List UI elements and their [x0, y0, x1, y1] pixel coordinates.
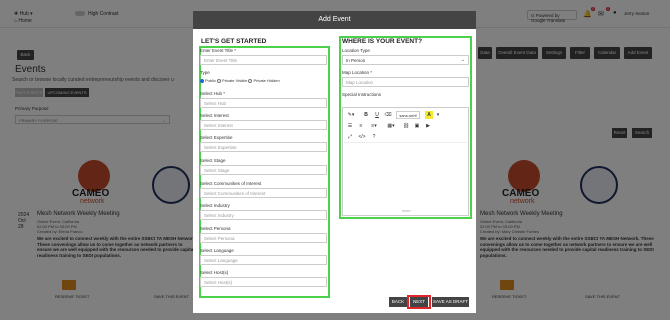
text-color-icon[interactable]: A — [425, 111, 433, 119]
location-type-value: In Person — [346, 58, 366, 63]
type-label: Type — [200, 70, 210, 75]
help-icon[interactable]: ? — [370, 133, 378, 141]
expertise-label: Select Expertise — [200, 135, 233, 140]
communities-label: Select Communities of Interest — [200, 181, 262, 186]
caret-down-icon[interactable]: ▾ — [435, 111, 441, 119]
hub-label: Select Hub * — [200, 91, 226, 96]
underline-icon[interactable]: U — [373, 111, 381, 119]
radio-public-label: Public — [205, 78, 216, 83]
code-view-icon[interactable]: </> — [357, 133, 367, 141]
rich-text-editor: ✎▾ B U ⌫ sans-serif A ▾ ☰ ≡ ≡▾ ▦▾ ⛓ ▣ ▶ … — [342, 107, 469, 216]
radio-private-hidden[interactable]: Private Hidden — [248, 78, 280, 83]
stage-label: Select Stage — [200, 158, 226, 163]
radio-public[interactable]: Public — [200, 78, 216, 83]
fullscreen-icon[interactable]: ⤢ — [346, 133, 354, 141]
modal-title: Add Event — [193, 11, 476, 29]
stage-select[interactable]: Select Stage — [200, 165, 327, 175]
location-type-label: Location Type — [342, 48, 370, 53]
resize-handle-icon[interactable]: ═══ — [402, 208, 411, 213]
magic-icon[interactable]: ✎▾ — [346, 111, 356, 119]
font-family-select[interactable]: sans-serif — [396, 111, 420, 119]
bullet-list-icon[interactable]: ☰ — [346, 122, 354, 130]
left-section-title: LET'S GET STARTED — [201, 38, 267, 45]
chevron-down-icon: ⌄ — [460, 57, 465, 63]
number-list-icon[interactable]: ≡ — [357, 122, 365, 130]
event-title-label: Enter Event Title * — [200, 48, 237, 53]
next-button-highlight — [407, 295, 431, 309]
add-event-modal: Add Event LET'S GET STARTED Enter Event … — [193, 11, 476, 313]
hosts-select[interactable]: Select Host(s) — [200, 277, 327, 287]
hosts-label: Select Host(s) — [200, 270, 229, 275]
map-location-label: Map Location * — [342, 70, 373, 75]
persona-label: Select Persona — [200, 226, 231, 231]
interest-label: Select Interest — [200, 113, 229, 118]
language-select-field[interactable]: Select Language — [200, 255, 327, 265]
expertise-select[interactable]: Select Expertise — [200, 142, 327, 152]
radio-private-hidden-label: Private Hidden — [253, 78, 280, 83]
special-instructions-label: Special Instructions — [342, 92, 382, 97]
back-modal-button[interactable]: BACK — [389, 297, 407, 307]
hub-select[interactable]: Select Hub — [200, 98, 327, 108]
save-as-draft-button[interactable]: SAVE AS DRAFT — [432, 297, 469, 307]
radio-private-visible-label: Private Visible — [222, 78, 248, 83]
radio-public-circle[interactable] — [200, 78, 204, 83]
industry-label: Select Industry — [200, 203, 230, 208]
radio-private-hidden-circle[interactable] — [248, 78, 253, 83]
persona-select[interactable]: Select Persona — [200, 233, 327, 243]
bold-icon[interactable]: B — [362, 111, 370, 119]
interest-select[interactable]: Select Interest — [200, 120, 327, 130]
map-location-input[interactable]: Map Location — [342, 77, 469, 87]
align-icon[interactable]: ≡▾ — [368, 122, 380, 130]
image-icon[interactable]: ▣ — [413, 122, 421, 130]
table-icon[interactable]: ▦▾ — [385, 122, 397, 130]
radio-private-visible-circle[interactable] — [217, 78, 222, 83]
video-icon[interactable]: ▶ — [424, 122, 432, 130]
event-title-input[interactable]: Enter Event Title — [200, 55, 327, 65]
language-label: Select Language — [200, 248, 234, 253]
editor-content-area[interactable] — [344, 142, 467, 208]
industry-select[interactable]: Select Industry — [200, 210, 327, 220]
location-type-select[interactable]: In Person ⌄ — [342, 55, 469, 65]
radio-private-visible[interactable]: Private Visible — [217, 78, 247, 83]
communities-select[interactable]: Select Communities of Interest — [200, 188, 327, 198]
link-icon[interactable]: ⛓ — [402, 122, 410, 130]
eraser-icon[interactable]: ⌫ — [384, 111, 392, 119]
type-radio-group: Public Private Visible Private Hidden — [200, 78, 280, 83]
